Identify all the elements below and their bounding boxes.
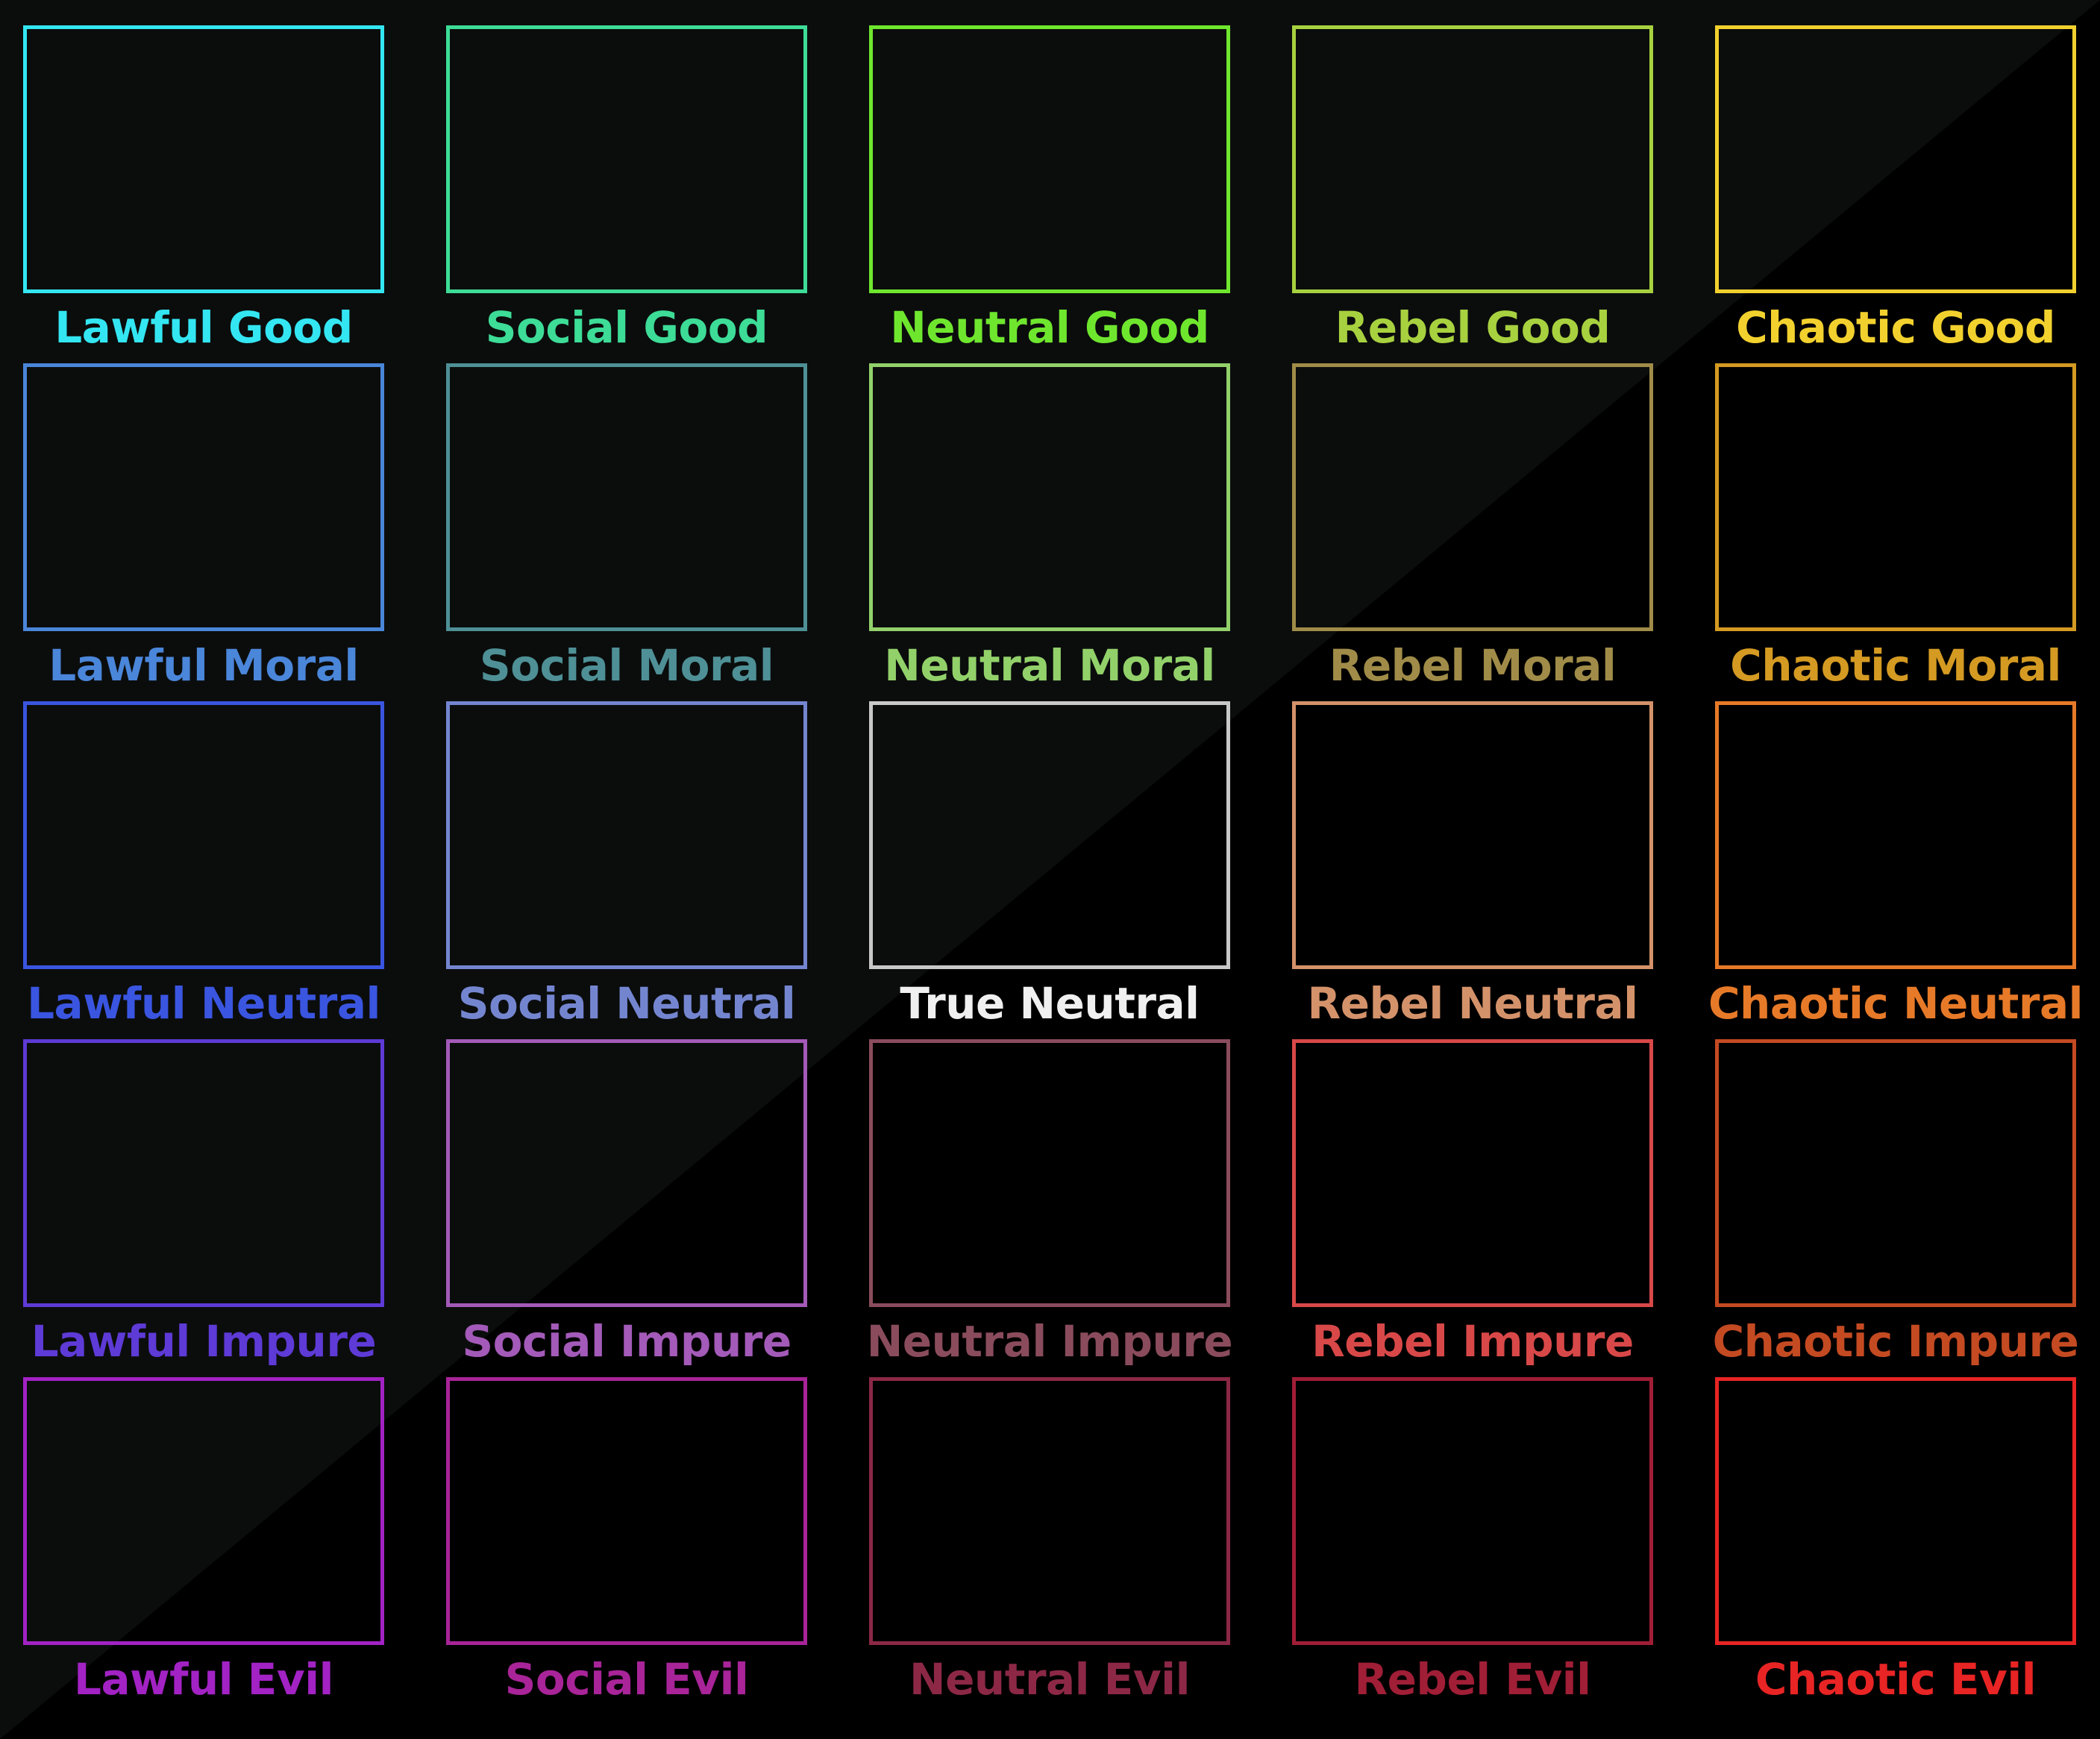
label-rebel-good: Rebel Good — [1335, 302, 1611, 353]
image-slot-neutral-impure[interactable] — [869, 1039, 1230, 1307]
label-social-neutral: Social Neutral — [457, 978, 796, 1029]
image-slot-rebel-evil[interactable] — [1292, 1377, 1653, 1645]
image-slot-social-neutral[interactable] — [446, 701, 807, 969]
image-slot-social-impure[interactable] — [446, 1039, 807, 1307]
label-chaotic-neutral: Chaotic Neutral — [1708, 978, 2084, 1029]
label-chaotic-evil: Chaotic Evil — [1755, 1654, 2037, 1705]
label-rebel-neutral: Rebel Neutral — [1307, 978, 1638, 1029]
image-slot-lawful-evil[interactable] — [23, 1377, 384, 1645]
label-neutral-impure: Neutral Impure — [866, 1316, 1233, 1367]
label-lawful-evil: Lawful Evil — [74, 1654, 333, 1705]
image-slot-chaotic-neutral[interactable] — [1715, 701, 2076, 969]
image-slot-neutral-good[interactable] — [869, 25, 1230, 293]
label-chaotic-good: Chaotic Good — [1736, 302, 2055, 353]
label-social-impure: Social Impure — [462, 1316, 792, 1367]
image-slot-lawful-moral[interactable] — [23, 363, 384, 631]
label-lawful-good: Lawful Good — [54, 302, 353, 353]
label-rebel-moral: Rebel Moral — [1329, 640, 1617, 691]
image-slot-rebel-good[interactable] — [1292, 25, 1653, 293]
label-neutral-evil: Neutral Evil — [909, 1654, 1190, 1705]
image-slot-chaotic-evil[interactable] — [1715, 1377, 2076, 1645]
image-slot-social-moral[interactable] — [446, 363, 807, 631]
image-slot-social-evil[interactable] — [446, 1377, 807, 1645]
image-slot-true-neutral[interactable] — [869, 701, 1230, 969]
alignment-grid: Lawful Good Social Good Neutral Good Rebel … — [0, 0, 2100, 1739]
label-lawful-neutral: Lawful Neutral — [27, 978, 380, 1029]
label-rebel-impure: Rebel Impure — [1311, 1316, 1634, 1367]
image-slot-chaotic-impure[interactable] — [1715, 1039, 2076, 1307]
label-social-evil: Social Evil — [504, 1654, 749, 1705]
image-slot-neutral-moral[interactable] — [869, 363, 1230, 631]
label-lawful-moral: Lawful Moral — [48, 640, 359, 691]
label-social-good: Social Good — [485, 302, 768, 353]
label-true-neutral: True Neutral — [900, 978, 1200, 1029]
image-slot-chaotic-good[interactable] — [1715, 25, 2076, 293]
image-slot-chaotic-moral[interactable] — [1715, 363, 2076, 631]
image-slot-neutral-evil[interactable] — [869, 1377, 1230, 1645]
label-neutral-moral: Neutral Moral — [884, 640, 1215, 691]
label-rebel-evil: Rebel Evil — [1354, 1654, 1591, 1705]
image-slot-social-good[interactable] — [446, 25, 807, 293]
image-slot-lawful-good[interactable] — [23, 25, 384, 293]
image-slot-rebel-neutral[interactable] — [1292, 701, 1653, 969]
image-slot-rebel-moral[interactable] — [1292, 363, 1653, 631]
image-slot-lawful-neutral[interactable] — [23, 701, 384, 969]
label-chaotic-moral: Chaotic Moral — [1730, 640, 2061, 691]
image-slot-rebel-impure[interactable] — [1292, 1039, 1653, 1307]
label-chaotic-impure: Chaotic Impure — [1712, 1316, 2079, 1367]
image-slot-lawful-impure[interactable] — [23, 1039, 384, 1307]
label-lawful-impure: Lawful Impure — [31, 1316, 377, 1367]
label-neutral-good: Neutral Good — [890, 302, 1209, 353]
label-social-moral: Social Moral — [479, 640, 774, 691]
